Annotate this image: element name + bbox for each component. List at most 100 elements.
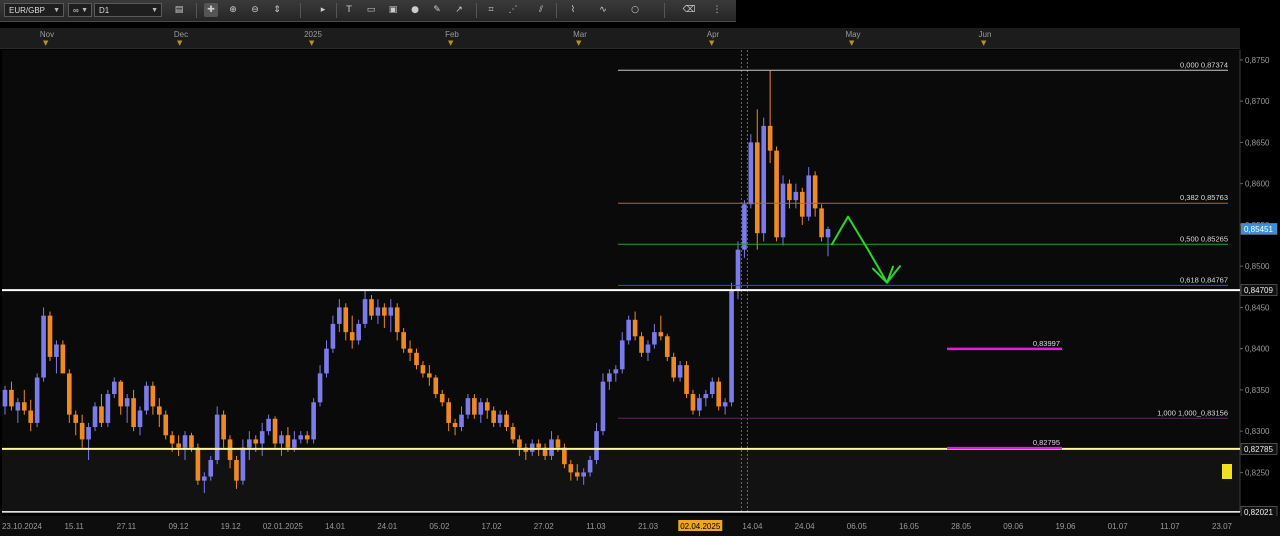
candle-body — [214, 414, 220, 461]
x-tick-label: 19.12 — [221, 522, 242, 531]
highlighted-date-label: 02.04.2025 — [680, 522, 721, 531]
candle-body — [594, 431, 599, 461]
x-tick-label: 28.05 — [951, 522, 972, 531]
candle-body — [253, 439, 259, 444]
candle-body — [156, 406, 162, 415]
candle-body — [337, 307, 342, 324]
candle-body — [189, 435, 194, 448]
candle-body — [799, 191, 805, 217]
y-tick-label: 0,8350 — [1245, 386, 1270, 395]
candle-body — [697, 398, 702, 411]
candle-body — [748, 142, 754, 205]
y-tick-label: 0,8600 — [1245, 180, 1270, 189]
lower-zone — [2, 448, 1240, 512]
candle-body — [716, 381, 722, 407]
candle-body — [137, 410, 143, 428]
candle-body — [626, 319, 631, 341]
candle-body — [459, 414, 464, 428]
x-tick-label: 01.07 — [1108, 522, 1129, 531]
y-tick-label: 0,8750 — [1245, 56, 1270, 65]
candle-body — [684, 365, 689, 395]
candle-body — [414, 352, 419, 366]
candle-body — [2, 389, 8, 407]
fib-level-label: 0,382 0,85763 — [1180, 193, 1228, 202]
candle-body — [247, 439, 252, 448]
resistance-price-tag: 0,84709 — [1244, 286, 1273, 295]
candle-body — [54, 344, 59, 357]
candle-body — [735, 249, 741, 291]
candle-body — [304, 435, 310, 440]
x-tick-label: 14.04 — [742, 522, 763, 531]
candle-body — [272, 418, 278, 444]
candle-body — [92, 406, 98, 428]
candle-body — [21, 402, 27, 411]
fib-level-label: 0,000 0,87374 — [1180, 60, 1228, 69]
x-tick-label: 09.06 — [1003, 522, 1024, 531]
candle-body — [343, 307, 349, 333]
candle-body — [131, 398, 136, 428]
price-chart[interactable]: 0,87500,87000,86500,86000,85500,85000,84… — [0, 0, 1280, 536]
candle-body — [645, 344, 651, 353]
y-tick-label: 0,8250 — [1245, 468, 1270, 477]
x-tick-label: 11.03 — [586, 522, 606, 531]
candle-body — [472, 398, 477, 415]
candle-body — [722, 402, 728, 407]
candle-body — [150, 385, 156, 407]
candle-body — [375, 307, 381, 316]
x-tick-label: 11.07 — [1160, 522, 1180, 531]
y-tick-label: 0,8650 — [1245, 138, 1270, 147]
candle-body — [118, 381, 124, 407]
candle-body — [427, 373, 432, 378]
candle-body — [234, 460, 239, 481]
candle-body — [587, 460, 593, 473]
candle-body — [555, 439, 561, 448]
candle-body — [401, 332, 406, 349]
candle-body — [536, 443, 541, 448]
candle-body — [266, 418, 271, 432]
candle-body — [324, 348, 329, 374]
y-tick-label: 0,8500 — [1245, 262, 1270, 271]
candle-body — [729, 290, 734, 403]
candle-body — [34, 377, 40, 423]
target-label: 0,83997 — [1033, 339, 1060, 348]
candle-body — [182, 435, 188, 448]
candle-body — [105, 394, 111, 423]
candle-body — [574, 472, 580, 477]
candle-body — [285, 435, 291, 448]
x-tick-label: 24.01 — [377, 522, 398, 531]
candle-body — [491, 410, 496, 423]
candle-body — [99, 406, 104, 423]
candle-body — [677, 365, 683, 378]
candle-body — [311, 402, 316, 440]
candle-body — [452, 422, 458, 428]
x-tick-label: 23.07 — [1212, 522, 1233, 531]
x-tick-label: 27.11 — [117, 522, 137, 531]
candle-body — [330, 323, 336, 349]
fib-level-label: 1,000 1,000_0,83156 — [1157, 408, 1228, 417]
candle-body — [774, 150, 779, 238]
candle-body — [317, 373, 323, 403]
candle-body — [41, 315, 46, 378]
candle-body — [60, 344, 66, 374]
candle-body — [825, 229, 831, 238]
candle-body — [632, 319, 638, 337]
candle-body — [787, 183, 792, 201]
x-tick-label: 14.01 — [325, 522, 346, 531]
candle-body — [73, 414, 79, 423]
candle-body — [388, 307, 394, 316]
candle-body — [124, 398, 130, 407]
candle-body — [111, 381, 117, 395]
x-tick-label: 23.10.2024 — [2, 522, 43, 531]
candle-body — [28, 410, 34, 423]
candle-body — [176, 443, 181, 448]
bottom-price-tag: 0,82021 — [1244, 508, 1273, 517]
fib-level-label: 0,500 0,85265 — [1180, 234, 1228, 243]
candle-body — [742, 204, 747, 250]
candle-body — [279, 435, 284, 444]
candle-body — [761, 125, 767, 234]
candle-body — [671, 356, 677, 378]
candle-body — [362, 299, 368, 324]
x-tick-label: 16.05 — [899, 522, 920, 531]
candle-body — [292, 439, 297, 448]
candle-body — [652, 332, 657, 345]
